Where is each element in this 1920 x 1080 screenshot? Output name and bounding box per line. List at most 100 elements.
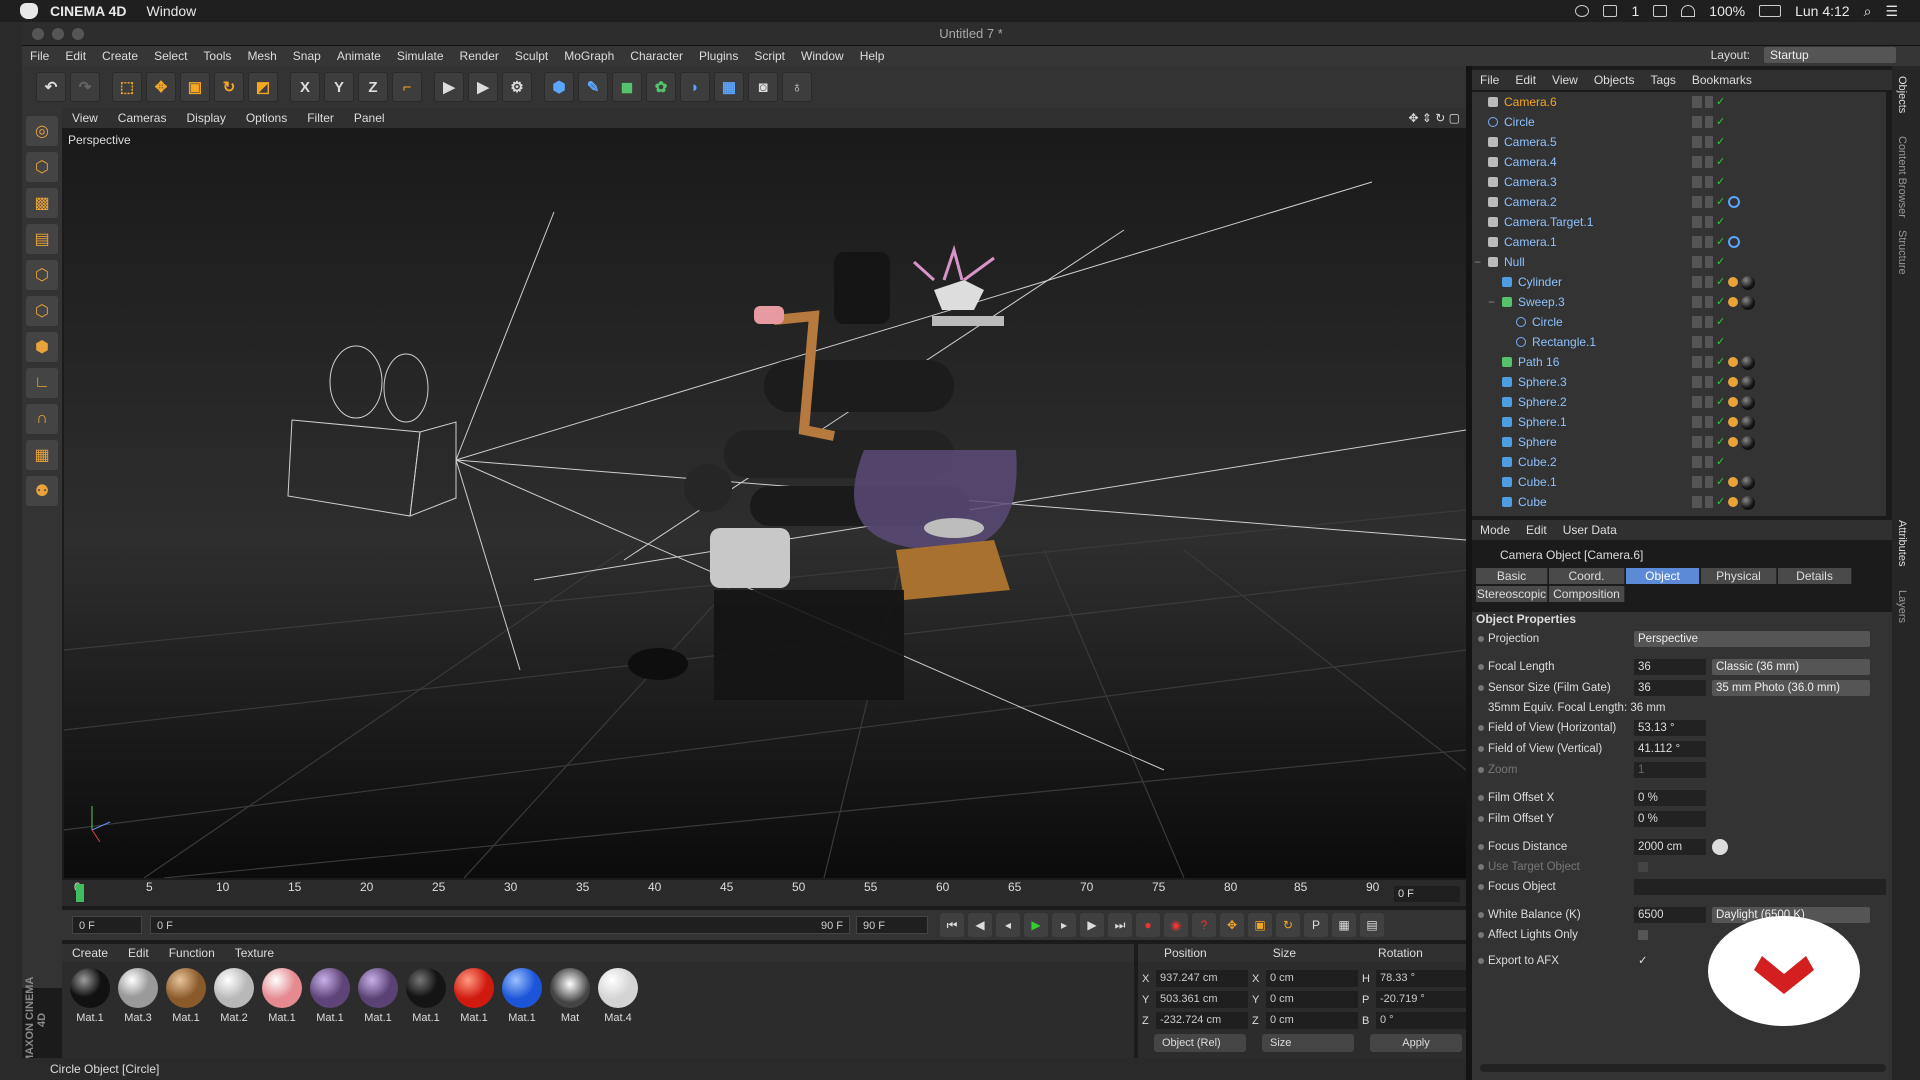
go-to-end-icon[interactable]: ⏭ bbox=[1108, 913, 1132, 937]
object-menu-file[interactable]: File bbox=[1472, 73, 1507, 87]
layer-flag-icon[interactable] bbox=[1692, 116, 1702, 128]
zoom-window-button[interactable] bbox=[72, 28, 84, 40]
menu-simulate[interactable]: Simulate bbox=[389, 49, 452, 63]
rotate-icon[interactable]: ↻ bbox=[214, 72, 244, 102]
tab-layers[interactable]: Layers bbox=[1896, 590, 1908, 623]
record-key-icon[interactable]: ● bbox=[1136, 913, 1160, 937]
horizontal-scrollbar[interactable] bbox=[1480, 1064, 1886, 1072]
enabled-check-icon[interactable]: ✓ bbox=[1716, 116, 1725, 128]
viewport-menu-view[interactable]: View bbox=[62, 111, 108, 125]
layer-flag-icon[interactable] bbox=[1692, 456, 1702, 468]
cube-icon[interactable]: ⬢ bbox=[544, 72, 574, 102]
menu-render[interactable]: Render bbox=[452, 49, 507, 63]
visibility-dots-icon[interactable] bbox=[1705, 496, 1713, 508]
app-name-menu[interactable]: CINEMA 4D bbox=[50, 3, 127, 19]
size-z-field[interactable]: 0 cm bbox=[1266, 1012, 1358, 1029]
film-offset-y-field[interactable]: 0 % bbox=[1634, 811, 1706, 827]
render-picture-viewer-icon[interactable]: ▶ bbox=[468, 72, 498, 102]
material-swatch[interactable]: Mat.1 bbox=[308, 968, 352, 1024]
play-icon[interactable]: ▶ bbox=[1024, 913, 1048, 937]
deformer-icon[interactable]: ◗ bbox=[680, 72, 710, 102]
attr-menu-user-data[interactable]: User Data bbox=[1555, 523, 1625, 537]
record-pla-icon[interactable]: ▦ bbox=[1332, 913, 1356, 937]
object-row[interactable]: Circle ✓ bbox=[1472, 112, 1886, 132]
render-view-icon[interactable]: ▶ bbox=[434, 72, 464, 102]
render-settings-icon[interactable]: ⚙ bbox=[502, 72, 532, 102]
search-icon[interactable]: ⌕ bbox=[1864, 3, 1872, 20]
menu-select[interactable]: Select bbox=[146, 49, 195, 63]
layer-flag-icon[interactable] bbox=[1692, 476, 1702, 488]
previous-frame-icon[interactable]: ◂ bbox=[996, 913, 1020, 937]
camera-icon[interactable]: ◙ bbox=[748, 72, 778, 102]
target-tag-icon[interactable] bbox=[1728, 236, 1741, 248]
material-swatch[interactable]: Mat.4 bbox=[596, 968, 640, 1024]
phong-tag-icon[interactable] bbox=[1728, 437, 1739, 447]
polygons-mode-icon[interactable]: ⬢ bbox=[26, 332, 58, 362]
menu-character[interactable]: Character bbox=[622, 49, 691, 63]
object-row[interactable]: − Null ✓ bbox=[1472, 252, 1886, 272]
layer-flag-icon[interactable] bbox=[1692, 176, 1702, 188]
enabled-check-icon[interactable]: ✓ bbox=[1716, 316, 1725, 328]
object-row[interactable]: − Sweep.3 ✓ bbox=[1472, 292, 1886, 312]
position-y-field[interactable]: 503.361 cm bbox=[1156, 991, 1248, 1008]
object-row[interactable]: Sphere ✓ bbox=[1472, 432, 1886, 452]
coordinate-mode-dropdown[interactable]: Object (Rel) bbox=[1154, 1034, 1246, 1052]
material-tag-icon[interactable] bbox=[1741, 436, 1756, 450]
object-row[interactable]: Cube.1 ✓ bbox=[1472, 472, 1886, 492]
enabled-check-icon[interactable]: ✓ bbox=[1716, 256, 1725, 268]
material-menu-edit[interactable]: Edit bbox=[118, 946, 159, 960]
anim-dot[interactable] bbox=[1478, 844, 1484, 850]
object-row[interactable]: Camera.5 ✓ bbox=[1472, 132, 1886, 152]
enabled-check-icon[interactable]: ✓ bbox=[1716, 236, 1725, 248]
phong-tag-icon[interactable] bbox=[1728, 297, 1739, 307]
menu-sculpt[interactable]: Sculpt bbox=[507, 49, 556, 63]
edges-mode-icon[interactable]: ⬡ bbox=[26, 296, 58, 326]
object-row[interactable]: Camera.2 ✓ bbox=[1472, 192, 1886, 212]
tab-content-browser[interactable]: Content Browser bbox=[1896, 136, 1908, 218]
fov-vertical-field[interactable]: 41.112 ° bbox=[1634, 741, 1706, 757]
position-z-field[interactable]: -232.724 cm bbox=[1156, 1012, 1248, 1029]
material-tag-icon[interactable] bbox=[1741, 296, 1756, 310]
autokey-icon[interactable]: ◉ bbox=[1164, 913, 1188, 937]
enabled-check-icon[interactable]: ✓ bbox=[1716, 136, 1725, 148]
layer-flag-icon[interactable] bbox=[1692, 376, 1702, 388]
close-window-button[interactable] bbox=[32, 28, 44, 40]
floor-icon[interactable]: ▦ bbox=[714, 72, 744, 102]
viewport-menu-cameras[interactable]: Cameras bbox=[108, 111, 177, 125]
phong-tag-icon[interactable] bbox=[1728, 357, 1739, 367]
viewport-menu-options[interactable]: Options bbox=[236, 111, 297, 125]
material-tag-icon[interactable] bbox=[1741, 396, 1756, 410]
recent-tool-icon[interactable]: ◩ bbox=[248, 72, 278, 102]
use-target-checkbox[interactable] bbox=[1638, 862, 1648, 872]
layer-flag-icon[interactable] bbox=[1692, 256, 1702, 268]
sensor-preset-dropdown[interactable]: 35 mm Photo (36.0 mm) bbox=[1712, 680, 1870, 696]
clock[interactable]: Lun 4:12 bbox=[1795, 3, 1850, 19]
material-tag-icon[interactable] bbox=[1741, 496, 1756, 510]
tab-basic[interactable]: Basic bbox=[1476, 568, 1548, 584]
phong-tag-icon[interactable] bbox=[1728, 377, 1739, 387]
window-menu[interactable]: Window bbox=[147, 3, 197, 19]
object-row[interactable]: Cylinder ✓ bbox=[1472, 272, 1886, 292]
sculpt-icon[interactable]: ⚉ bbox=[26, 476, 58, 506]
layer-flag-icon[interactable] bbox=[1692, 296, 1702, 308]
layer-flag-icon[interactable] bbox=[1692, 496, 1702, 508]
coordinate-system-icon[interactable]: ⌐ bbox=[392, 72, 422, 102]
menu-animate[interactable]: Animate bbox=[329, 49, 389, 63]
viewport-menu-panel[interactable]: Panel bbox=[344, 111, 395, 125]
layer-flag-icon[interactable] bbox=[1692, 236, 1702, 248]
volume-icon[interactable] bbox=[1653, 5, 1668, 17]
visibility-dots-icon[interactable] bbox=[1705, 456, 1713, 468]
cloner-icon[interactable]: ✿ bbox=[646, 72, 676, 102]
visibility-dots-icon[interactable] bbox=[1705, 216, 1713, 228]
visibility-dots-icon[interactable] bbox=[1705, 196, 1713, 208]
anim-dot[interactable] bbox=[1478, 725, 1484, 731]
object-row[interactable]: Camera.3 ✓ bbox=[1472, 172, 1886, 192]
tab-details[interactable]: Details bbox=[1778, 568, 1852, 584]
visibility-dots-icon[interactable] bbox=[1705, 256, 1713, 268]
layer-flag-icon[interactable] bbox=[1692, 436, 1702, 448]
enabled-check-icon[interactable]: ✓ bbox=[1716, 356, 1725, 370]
visibility-dots-icon[interactable] bbox=[1705, 296, 1713, 308]
keyframe-selection-icon[interactable]: ? bbox=[1192, 913, 1216, 937]
object-row[interactable]: Camera.6 ✓ bbox=[1472, 92, 1886, 112]
next-keyframe-icon[interactable]: ▶ bbox=[1080, 913, 1104, 937]
